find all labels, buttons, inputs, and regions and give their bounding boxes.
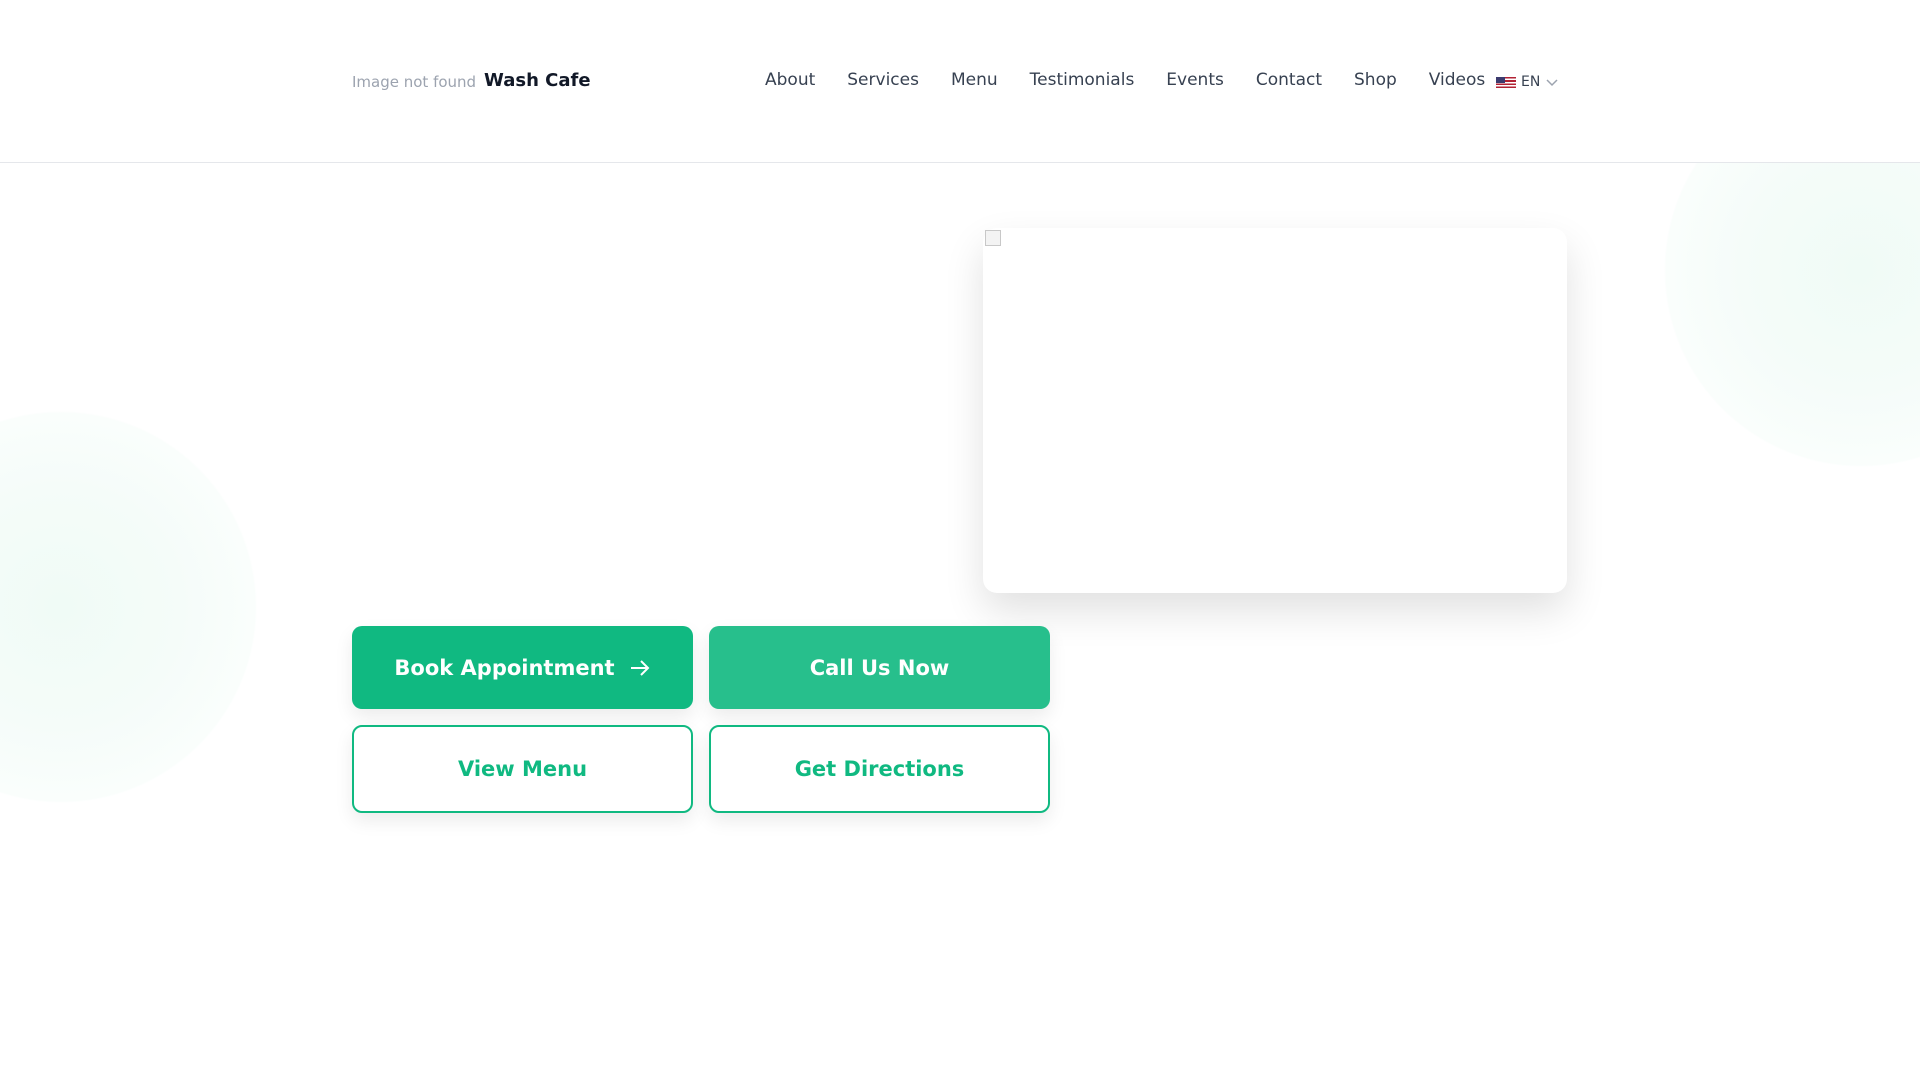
nav-shop[interactable]: Shop xyxy=(1354,70,1397,90)
nav-menu[interactable]: Menu xyxy=(951,70,998,90)
chevron-down-icon xyxy=(1546,79,1558,87)
get-directions-label: Get Directions xyxy=(794,757,965,781)
brand-name[interactable]: Wash Cafe xyxy=(484,70,591,91)
call-us-label: Call Us Now xyxy=(809,655,950,680)
nav-about[interactable]: About xyxy=(765,70,815,90)
get-directions-button[interactable]: Get Directions xyxy=(709,725,1050,813)
language-code: EN xyxy=(1521,74,1541,90)
nav-contact[interactable]: Contact xyxy=(1256,70,1322,90)
us-flag-icon xyxy=(1496,76,1516,88)
view-menu-label: View Menu xyxy=(457,757,588,781)
nav-events[interactable]: Events xyxy=(1166,70,1224,90)
arrow-right-icon xyxy=(630,659,650,676)
main-nav: About Services Menu Testimonials Events … xyxy=(765,70,1485,90)
broken-image-icon xyxy=(985,230,1001,246)
call-us-button[interactable]: Call Us Now xyxy=(709,626,1050,709)
nav-testimonials[interactable]: Testimonials xyxy=(1030,70,1135,90)
logo-image[interactable]: Image not found xyxy=(352,73,476,91)
view-menu-button[interactable]: View Menu xyxy=(352,725,693,813)
language-selector[interactable]: EN xyxy=(1496,74,1559,90)
nav-services[interactable]: Services xyxy=(847,70,919,90)
site-header: Image not found Wash Cafe About Services… xyxy=(0,0,1920,163)
nav-videos[interactable]: Videos xyxy=(1429,70,1486,90)
hero-image-card xyxy=(983,228,1567,593)
book-appointment-label: Book Appointment xyxy=(394,655,615,680)
book-appointment-button[interactable]: Book Appointment xyxy=(352,626,693,709)
